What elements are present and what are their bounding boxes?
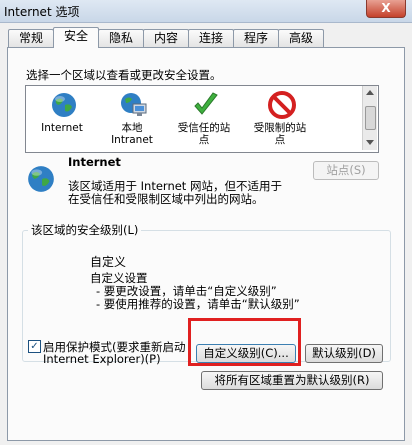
close-button[interactable]: X bbox=[366, 0, 406, 18]
zone-label: Internet bbox=[41, 122, 83, 134]
checkmark-icon bbox=[194, 92, 218, 115]
zone-description-line2: 在受信任和受限制区域中列出的网站。 bbox=[68, 192, 264, 206]
scroll-down-arrow-icon[interactable] bbox=[366, 140, 374, 145]
protected-mode-label-line2: Internet Explorer)(P) bbox=[43, 352, 161, 366]
tab-privacy[interactable]: 隐私 bbox=[98, 29, 144, 47]
zone-trusted-sites[interactable]: 受信任的站 点 bbox=[172, 86, 236, 150]
scroll-up-arrow-icon[interactable] bbox=[366, 90, 374, 95]
reset-all-zones-button[interactable]: 将所有区域重置为默认级别(R) bbox=[201, 371, 383, 390]
zone-label: 本地 Intranet bbox=[111, 122, 153, 146]
sites-button[interactable]: 站点(S) bbox=[313, 161, 379, 180]
zone-internet[interactable]: Internet bbox=[30, 86, 94, 150]
zone-label: 受信任的站 点 bbox=[177, 122, 231, 146]
window-title: Internet 选项 bbox=[4, 5, 80, 19]
zones-prompt: 选择一个区域以查看或更改安全设置。 bbox=[26, 68, 222, 82]
security-level-line3: - 要使用推荐的设置，请单击“默认级别” bbox=[96, 297, 300, 311]
default-level-button[interactable]: 默认级别(D) bbox=[305, 344, 383, 363]
tab-security[interactable]: 安全 bbox=[53, 27, 99, 48]
globe-icon bbox=[28, 166, 54, 192]
zone-list: Internet 本地 Intranet 受信任的站 点 受限制的站 点 bbox=[25, 85, 379, 153]
zone-local-intranet[interactable]: 本地 Intranet bbox=[100, 86, 164, 150]
tab-connections[interactable]: 连接 bbox=[188, 29, 234, 47]
no-entry-icon bbox=[268, 91, 296, 119]
security-level-label: 该区域的安全级别(L) bbox=[28, 222, 142, 238]
zone-list-scrollbar[interactable] bbox=[362, 86, 377, 150]
tab-programs[interactable]: 程序 bbox=[233, 29, 279, 47]
selected-zone-title: Internet bbox=[68, 155, 121, 169]
globe-icon bbox=[52, 93, 76, 117]
security-level-title: 自定义 bbox=[90, 255, 127, 269]
zone-label: 受限制的站 点 bbox=[253, 122, 307, 146]
highlight-box bbox=[188, 318, 301, 366]
protected-mode-checkbox[interactable]: ✓ bbox=[28, 340, 41, 353]
zone-restricted-sites[interactable]: 受限制的站 点 bbox=[248, 86, 312, 150]
intranet-icon bbox=[121, 93, 147, 116]
scroll-thumb[interactable] bbox=[365, 106, 376, 130]
title-bar: Internet 选项 X bbox=[0, 0, 412, 23]
tab-advanced[interactable]: 高级 bbox=[278, 29, 324, 47]
tab-content[interactable]: 内容 bbox=[143, 29, 189, 47]
tab-general[interactable]: 常规 bbox=[8, 29, 54, 47]
